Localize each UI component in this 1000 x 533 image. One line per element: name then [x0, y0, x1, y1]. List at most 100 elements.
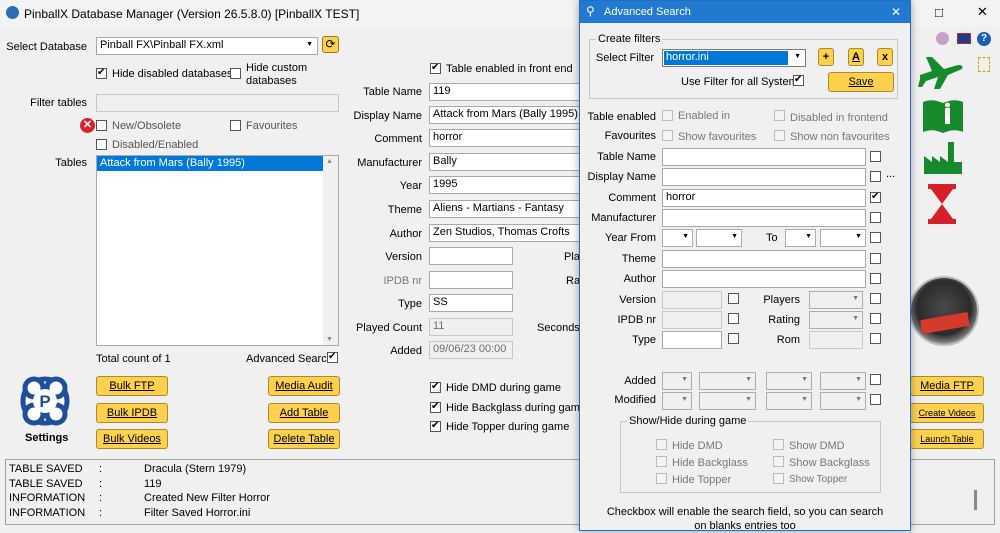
- close-window-button[interactable]: ✕: [977, 4, 988, 20]
- help-icon[interactable]: ?: [977, 32, 991, 46]
- rating-select[interactable]: ▼: [809, 311, 863, 329]
- adv-type-input[interactable]: [662, 331, 722, 349]
- use-filter-checkbox[interactable]: [793, 73, 804, 87]
- delete-filter-button[interactable]: x: [877, 48, 893, 66]
- media-ftp-button[interactable]: Media FTP: [910, 376, 984, 396]
- adv-display-name-input[interactable]: [662, 168, 866, 186]
- show-favourites-checkbox[interactable]: [662, 130, 673, 141]
- adv-author-checkbox[interactable]: [870, 273, 881, 284]
- tables-list[interactable]: Attack from Mars (Bally 1995) ▲ ▼: [96, 155, 339, 346]
- year-from-low-select[interactable]: ▼: [662, 229, 693, 247]
- flag-icon-uk[interactable]: [957, 33, 971, 44]
- version-input[interactable]: [429, 247, 513, 265]
- added-to-b-select[interactable]: ▼: [820, 372, 866, 390]
- factory-icon[interactable]: [922, 140, 964, 176]
- adv-rating-checkbox[interactable]: [870, 313, 881, 324]
- media-audit-button[interactable]: Media Audit: [268, 376, 340, 396]
- hide-dmd-checkbox[interactable]: [430, 380, 441, 394]
- airplane-icon[interactable]: [918, 53, 964, 93]
- launch-table-button[interactable]: Launch Table: [910, 429, 984, 449]
- year-input[interactable]: 1995: [429, 176, 581, 194]
- adv-display-name-checkbox[interactable]: [870, 171, 881, 182]
- bulk-ipdb-button[interactable]: Bulk IPDB: [96, 403, 168, 423]
- adv-version-checkbox[interactable]: [728, 293, 739, 304]
- adv-rom-input[interactable]: [809, 331, 863, 349]
- adv-rom-checkbox[interactable]: [870, 333, 881, 344]
- select-database-dropdown[interactable]: Pinball FX\Pinball FX.xml ▼: [96, 37, 318, 55]
- adv-show-backglass-checkbox[interactable]: [773, 456, 784, 467]
- enabled-in-checkbox[interactable]: [662, 110, 673, 121]
- adv-hide-dmd-checkbox[interactable]: [656, 439, 667, 450]
- adv-added-checkbox[interactable]: [870, 374, 881, 385]
- ipdb-input[interactable]: [429, 271, 513, 289]
- display-name-more[interactable]: ...: [886, 168, 895, 180]
- added-to-a-select[interactable]: ▼: [766, 372, 812, 390]
- rename-filter-button[interactable]: A: [848, 48, 864, 66]
- added-input[interactable]: 09/06/23 00:00: [429, 341, 513, 359]
- adv-manufacturer-checkbox[interactable]: [870, 212, 881, 223]
- adv-comment-input[interactable]: horror: [662, 189, 866, 207]
- players-select[interactable]: ▼: [809, 291, 863, 309]
- flag-icon-de[interactable]: [936, 32, 949, 45]
- year-from-high-select[interactable]: ▼: [696, 229, 742, 247]
- modified-to-a-select[interactable]: ▼: [766, 392, 812, 410]
- adv-author-input[interactable]: [662, 270, 866, 288]
- added-from-a-select[interactable]: ▼: [662, 372, 692, 390]
- disabled-enabled-checkbox[interactable]: [96, 139, 107, 150]
- adv-ipdb-checkbox[interactable]: [728, 313, 739, 324]
- add-table-button[interactable]: Add Table: [268, 403, 340, 423]
- adv-table-name-input[interactable]: [662, 148, 866, 166]
- adv-players-checkbox[interactable]: [870, 293, 881, 304]
- refresh-icon[interactable]: ⟳: [322, 36, 339, 53]
- adv-theme-input[interactable]: [662, 250, 866, 268]
- modified-from-a-select[interactable]: ▼: [662, 392, 692, 410]
- add-filter-button[interactable]: +: [818, 48, 834, 66]
- adv-year-checkbox[interactable]: [870, 232, 881, 243]
- log-scrollbar[interactable]: [974, 490, 977, 510]
- select-filter-dropdown[interactable]: horror.ini ▼: [662, 49, 806, 67]
- save-filter-button[interactable]: Save: [828, 72, 894, 92]
- comment-input[interactable]: horror: [429, 129, 581, 147]
- adv-show-dmd-checkbox[interactable]: [773, 439, 784, 450]
- scroll-down-icon[interactable]: ▼: [326, 336, 333, 343]
- create-videos-button[interactable]: Create Videos: [910, 403, 984, 423]
- adv-manufacturer-input[interactable]: [662, 209, 866, 227]
- table-enabled-checkbox[interactable]: [430, 61, 441, 75]
- bulk-videos-button[interactable]: Bulk Videos: [96, 429, 168, 449]
- modified-from-b-select[interactable]: ▼: [699, 392, 756, 410]
- adv-ipdb-input[interactable]: [662, 311, 722, 329]
- favourites-checkbox[interactable]: [230, 120, 241, 131]
- hide-backglass-checkbox[interactable]: [430, 400, 441, 414]
- adv-table-name-checkbox[interactable]: [870, 151, 881, 162]
- settings-label[interactable]: Settings: [25, 432, 68, 444]
- adv-theme-checkbox[interactable]: [870, 253, 881, 264]
- added-from-b-select[interactable]: ▼: [699, 372, 756, 390]
- adv-modified-checkbox[interactable]: [870, 394, 881, 405]
- hide-custom-checkbox[interactable]: [230, 68, 241, 79]
- display-name-input[interactable]: Attack from Mars (Bally 1995): [429, 106, 581, 124]
- filter-tables-input[interactable]: [96, 94, 339, 112]
- bulk-ftp-button[interactable]: Bulk FTP: [96, 376, 168, 396]
- theme-input[interactable]: Aliens - Martians - Fantasy: [429, 200, 581, 218]
- year-to-high-select[interactable]: ▼: [820, 229, 866, 247]
- document-icon[interactable]: [978, 57, 990, 72]
- info-book-icon[interactable]: [922, 98, 964, 134]
- year-to-low-select[interactable]: ▼: [785, 229, 816, 247]
- adv-version-input[interactable]: [662, 291, 722, 309]
- table-list-item[interactable]: Attack from Mars (Bally 1995): [97, 156, 323, 171]
- played-count-input[interactable]: 11: [429, 318, 513, 336]
- adv-comment-checkbox[interactable]: [870, 190, 881, 204]
- hide-topper-checkbox[interactable]: [430, 419, 441, 433]
- disabled-in-checkbox[interactable]: [774, 110, 785, 121]
- hourglass-icon[interactable]: [928, 184, 956, 224]
- dialog-close-button[interactable]: ✕: [891, 5, 901, 19]
- adv-type-checkbox[interactable]: [728, 333, 739, 344]
- hide-disabled-checkbox[interactable]: [96, 66, 107, 80]
- modified-to-b-select[interactable]: ▼: [820, 392, 866, 410]
- adv-hide-backglass-checkbox[interactable]: [656, 456, 667, 467]
- adv-show-topper-checkbox[interactable]: [773, 473, 784, 484]
- author-input[interactable]: Zen Studios, Thomas Crofts: [429, 224, 581, 242]
- maximize-button[interactable]: □: [935, 5, 943, 20]
- adv-hide-topper-checkbox[interactable]: [656, 473, 667, 484]
- table-name-input[interactable]: 119: [429, 83, 581, 101]
